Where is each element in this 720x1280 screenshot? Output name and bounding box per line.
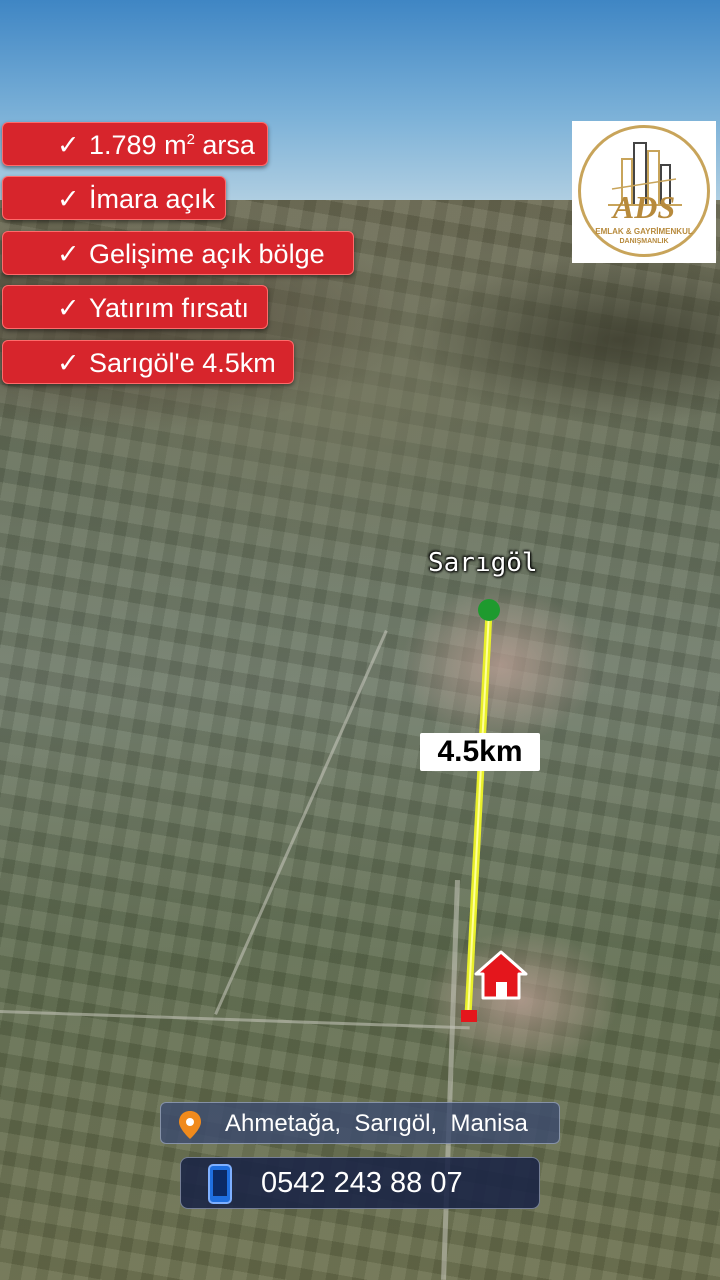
home-icon [474, 950, 528, 1000]
phone-number: 0542 243 88 07 [261, 1167, 463, 1199]
phone-bar[interactable]: 0542 243 88 07 [180, 1157, 540, 1209]
distance-label: 4.5km [420, 733, 540, 771]
distance-line-highlight [467, 611, 490, 1017]
end-marker [461, 1010, 477, 1022]
address-text: Ahmetağa, Sarıgöl, Manisa [225, 1110, 528, 1137]
place-label: Sarıgöl [428, 548, 538, 578]
start-marker [478, 599, 500, 621]
distance-overlay [461, 599, 528, 1022]
address-bar: Ahmetağa, Sarıgöl, Manisa [160, 1102, 560, 1144]
location-pin-icon [179, 1111, 201, 1139]
phone-icon [208, 1164, 232, 1204]
